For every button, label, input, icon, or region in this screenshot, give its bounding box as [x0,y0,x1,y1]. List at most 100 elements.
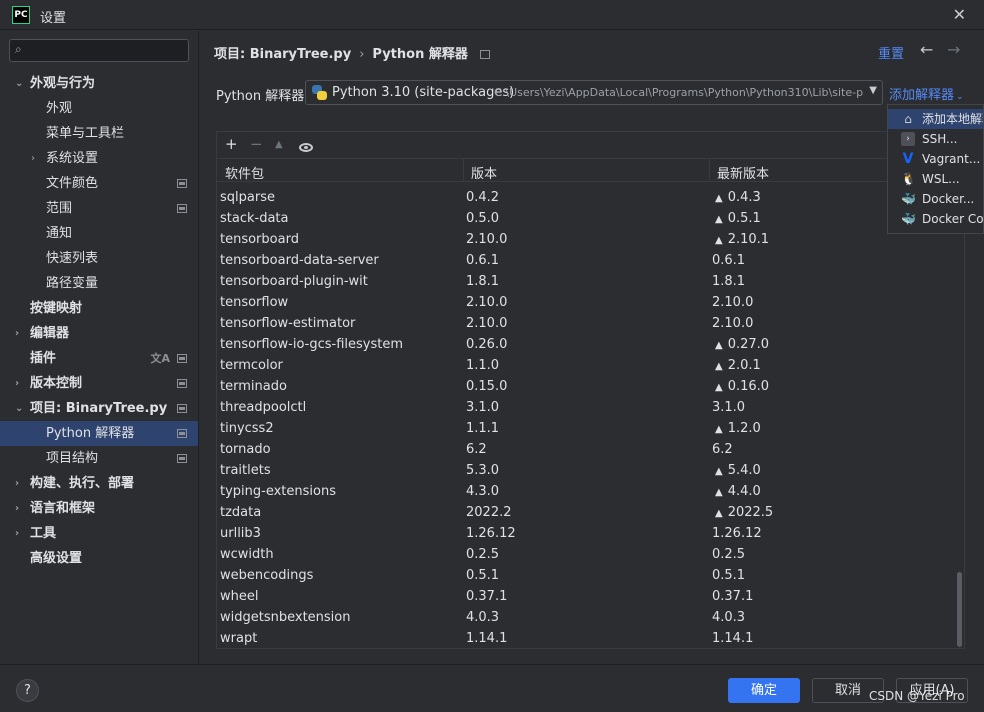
chevron-down-icon[interactable]: ⌄ [15,71,23,96]
menu-item[interactable]: 🐳 Docker... [888,189,983,209]
chevron-right-icon[interactable]: › [31,146,35,171]
table-row[interactable]: tensorboard 2.10.0 ▲ 2.10.1 [217,229,964,250]
chevron-right-icon[interactable]: › [15,496,19,521]
sidebar-item[interactable]: › 系统设置 [0,146,198,171]
table-row[interactable]: tensorboard-plugin-wit 1.8.1 1.8.1 [217,271,964,292]
reset-link[interactable]: 重置 [878,43,904,62]
sidebar-item[interactable]: 外观 [0,96,198,121]
linux-icon: 🐧 [901,172,916,186]
table-row[interactable]: sqlparse 0.4.2 ▲ 0.4.3 [217,187,964,208]
package-latest-version: 1.8.1 [712,274,746,289]
sidebar-item-label: Python 解释器 [46,426,135,441]
add-package-icon[interactable]: + [225,135,238,153]
table-row[interactable]: wrapt 1.14.1 1.14.1 [217,628,964,648]
table-row[interactable]: widgetsnbextension 4.0.3 4.0.3 [217,607,964,628]
table-row[interactable]: webencodings 0.5.1 0.5.1 [217,565,964,586]
ok-button[interactable]: 确定 [728,678,800,703]
package-version: 6.2 [466,442,487,457]
column-header-version[interactable]: 版本 [471,163,497,182]
sidebar-item[interactable]: › 版本控制 [0,371,198,396]
menu-item[interactable]: 🐧 WSL... [888,169,983,189]
chevron-right-icon[interactable]: › [15,471,19,496]
table-row[interactable]: wheel 0.37.1 0.37.1 [217,586,964,607]
sidebar-item[interactable]: Python 解释器 [0,421,198,446]
show-early-releases-icon[interactable] [299,135,313,153]
table-row[interactable]: urllib3 1.26.12 1.26.12 [217,523,964,544]
table-row[interactable]: tensorflow-io-gcs-filesystem 0.26.0 ▲ 0.27.… [217,334,964,355]
sidebar-item-label: 编辑器 [30,326,70,341]
column-divider[interactable] [709,158,710,182]
sidebar-item[interactable]: 通知 [0,221,198,246]
column-header-package[interactable]: 软件包 [225,163,264,182]
sidebar-item[interactable]: 路径变量 [0,271,198,296]
sidebar-item[interactable]: 插件 文A [0,346,198,371]
sidebar-item[interactable]: ⌄ 外观与行为 [0,71,198,96]
back-arrow-icon[interactable]: ← [920,40,933,59]
sidebar-item[interactable]: 快速列表 [0,246,198,271]
column-divider[interactable] [463,158,464,182]
settings-tree: ⌄ 外观与行为 外观 菜单与工具栏 › 系统设置 文件颜色 范围 通知 快速列表 路径变量 按键映射 ›… [0,71,198,571]
table-row[interactable]: wcwidth 0.2.5 0.2.5 [217,544,964,565]
breadcrumb: 项目: BinaryTree.py › Python 解释器 [214,43,490,62]
dropdown-arrow-icon[interactable]: ▼ [866,85,877,96]
table-row[interactable]: tensorflow-estimator 2.10.0 2.10.0 [217,313,964,334]
project-scope-icon [177,204,187,213]
help-button[interactable]: ? [16,679,39,702]
table-row[interactable]: tensorflow 2.10.0 2.10.0 [217,292,964,313]
chevron-right-icon[interactable]: › [15,371,19,396]
table-row[interactable]: traitlets 5.3.0 ▲ 5.4.0 [217,460,964,481]
settings-search[interactable]: ⌕ [9,39,189,62]
forward-arrow-icon[interactable]: → [947,40,960,59]
sidebar-item[interactable]: 菜单与工具栏 [0,121,198,146]
menu-item[interactable]: V Vagrant... [888,149,983,169]
remove-package-icon[interactable]: − [250,135,263,153]
sidebar-item[interactable]: 项目结构 [0,446,198,471]
chevron-right-icon[interactable]: › [15,521,19,546]
package-latest-cell: 6.2 [712,439,733,460]
sidebar-item-label: 高级设置 [30,551,83,566]
package-version: 4.3.0 [466,484,500,499]
menu-item[interactable]: › SSH... [888,129,983,149]
menu-item[interactable]: 🐳 Docker Compose... [888,209,983,229]
add-interpreter-link[interactable]: 添加解释器 ⌄ [889,84,964,103]
menu-item-label: SSH... [922,132,958,146]
menu-item-label: Vagrant... [922,152,981,166]
sidebar-item[interactable]: › 工具 [0,521,198,546]
upgrade-available-icon: ▲ [715,235,723,246]
search-input[interactable] [34,42,184,59]
docker-icon: 🐳 [901,212,916,226]
translate-icon: 文A [150,352,170,365]
table-row[interactable]: tornado 6.2 6.2 [217,439,964,460]
package-latest-version: 2.10.0 [712,295,754,310]
close-icon[interactable]: ✕ [953,5,966,24]
menu-item[interactable]: ⌂ 添加本地解释器 [888,109,983,129]
sidebar-item[interactable]: › 编辑器 [0,321,198,346]
table-row[interactable]: terminado 0.15.0 ▲ 0.16.0 [217,376,964,397]
table-row[interactable]: typing-extensions 4.3.0 ▲ 4.4.0 [217,481,964,502]
sidebar-item[interactable]: › 构建、执行、部署 [0,471,198,496]
package-latest-version: 4.0.3 [712,610,746,625]
sidebar-item[interactable]: ⌄ 项目: BinaryTree.py [0,396,198,421]
package-latest-version: 0.6.1 [712,253,746,268]
table-row[interactable]: tinycss2 1.1.1 ▲ 1.2.0 [217,418,964,439]
chevron-right-icon[interactable]: › [15,321,19,346]
chevron-down-icon[interactable]: ⌄ [15,396,23,421]
table-row[interactable]: threadpoolctl 3.1.0 3.1.0 [217,397,964,418]
package-toolbar: + − ▲ [217,132,964,158]
sidebar-item[interactable]: 按键映射 [0,296,198,321]
project-scope-icon [177,179,187,188]
upgrade-package-icon[interactable]: ▲ [275,139,283,150]
table-row[interactable]: tensorboard-data-server 0.6.1 0.6.1 [217,250,964,271]
package-name: tensorflow [220,295,289,310]
sidebar-item[interactable]: › 语言和框架 [0,496,198,521]
sidebar-item-label: 工具 [30,526,57,541]
sidebar-item[interactable]: 范围 [0,196,198,221]
sidebar-item[interactable]: 高级设置 [0,546,198,571]
table-row[interactable]: termcolor 1.1.0 ▲ 2.0.1 [217,355,964,376]
table-row[interactable]: tzdata 2022.2 ▲ 2022.5 [217,502,964,523]
table-row[interactable]: stack-data 0.5.0 ▲ 0.5.1 [217,208,964,229]
interpreter-select[interactable]: Python 3.10 (site-packages) C:\Users\Yez… [305,80,883,105]
column-header-latest[interactable]: 最新版本 [717,163,769,182]
vertical-scrollbar[interactable] [957,572,962,647]
sidebar-item[interactable]: 文件颜色 [0,171,198,196]
